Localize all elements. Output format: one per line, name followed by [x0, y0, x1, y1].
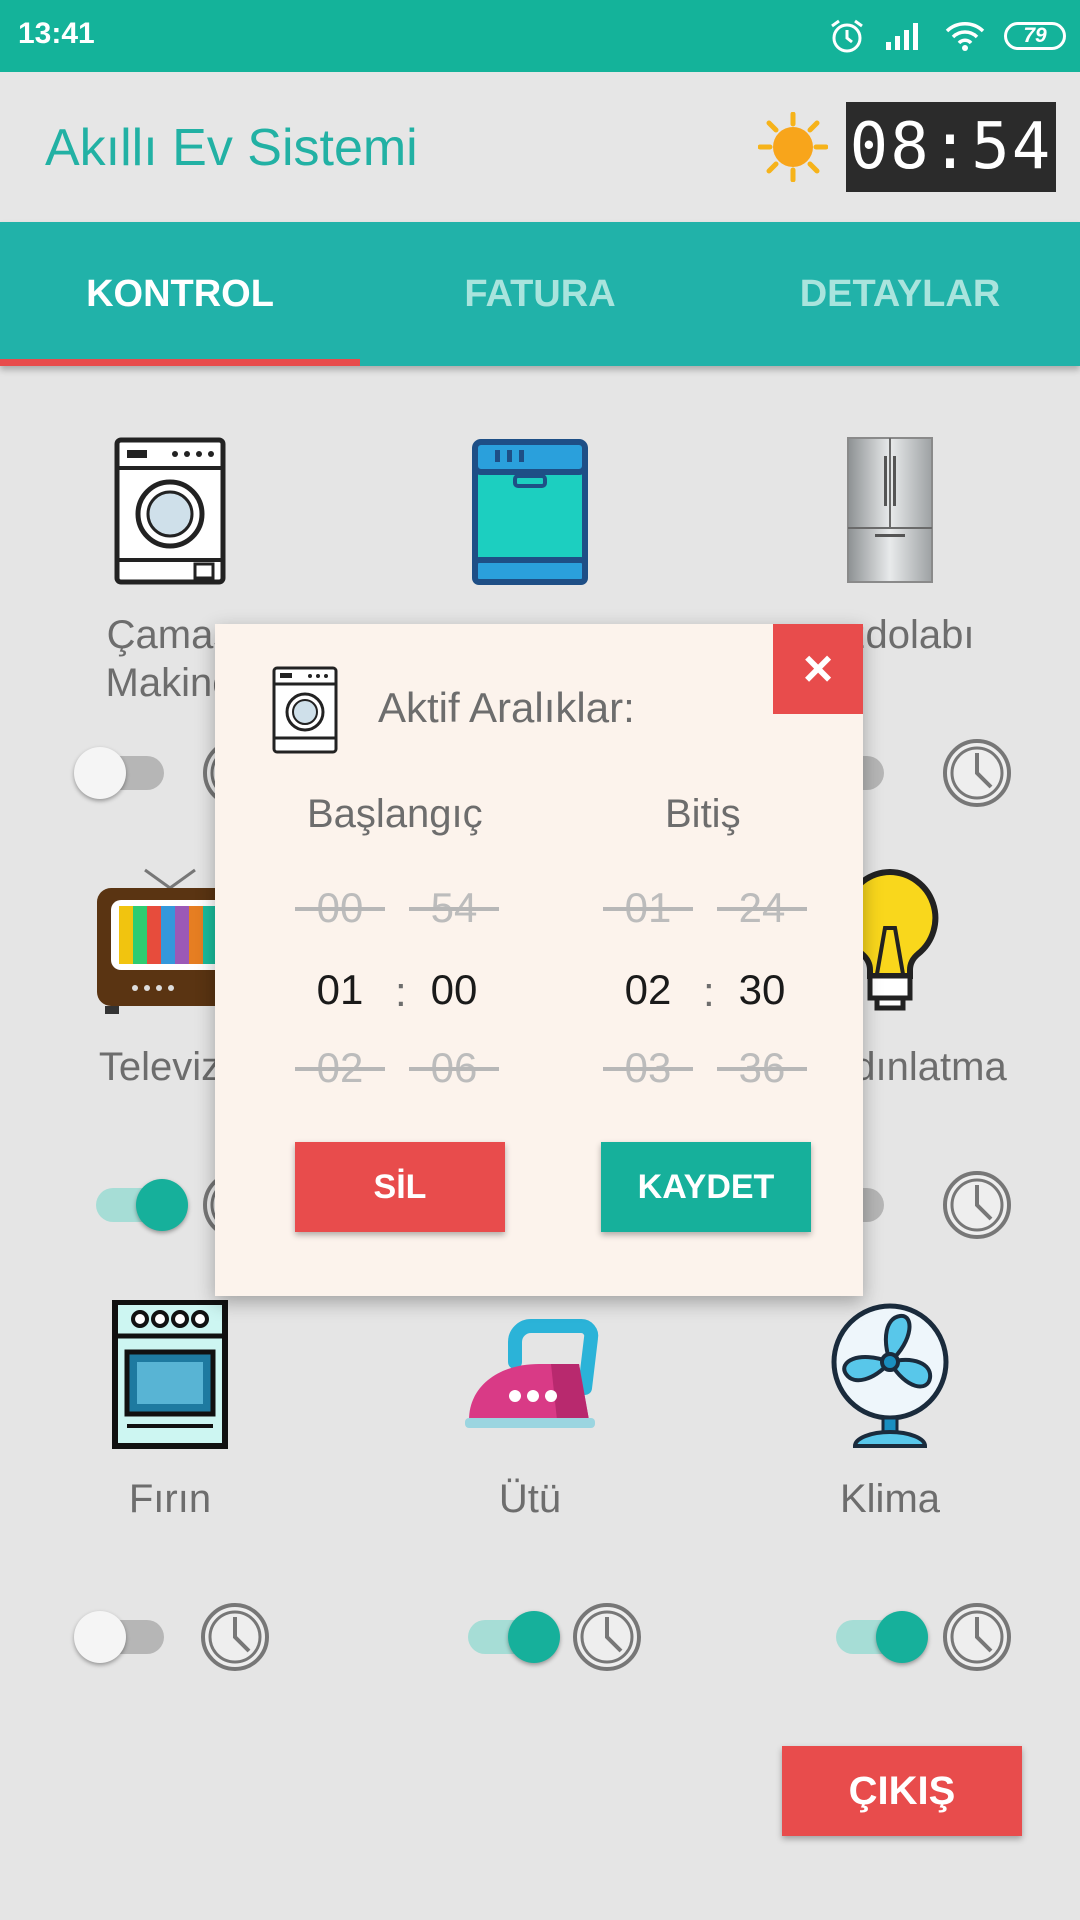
timer-clock-icon[interactable]	[942, 1170, 1012, 1240]
device-toggle[interactable]	[836, 1611, 928, 1663]
start-hour-next[interactable]: 02	[295, 1044, 385, 1092]
start-heading: Başlangıç	[307, 792, 483, 836]
status-icons: 79	[828, 14, 1066, 58]
start-time-picker[interactable]: 00 01 02 : 54 00 06	[295, 870, 505, 1092]
active-intervals-dialog: × Aktif Aralıklar: Başlangıç Bitiş 00 01…	[215, 624, 863, 1296]
signal-icon	[886, 23, 918, 50]
device-label: Ütü	[498, 1477, 562, 1521]
start-minute-next[interactable]: 06	[409, 1044, 499, 1092]
end-minute-next[interactable]: 36	[717, 1044, 807, 1092]
end-hour-next[interactable]: 03	[603, 1044, 693, 1092]
dialog-title: Aktif Aralıklar:	[378, 684, 635, 731]
start-minute-prev[interactable]: 54	[409, 884, 499, 932]
device-toggle[interactable]	[74, 747, 164, 799]
oven-icon	[112, 1300, 228, 1449]
end-hour-current[interactable]: 02	[603, 966, 693, 1014]
end-hour-prev[interactable]: 01	[603, 884, 693, 932]
end-minute-current[interactable]: 30	[717, 966, 807, 1014]
fridge-icon	[847, 437, 933, 583]
device-toggle[interactable]	[96, 1179, 188, 1231]
device-air-conditioner: Klima	[720, 1300, 1080, 1730]
device-iron: Ütü	[360, 1300, 720, 1730]
status-bar: 13:41 79	[0, 0, 1080, 72]
tab-detaylar[interactable]: DETAYLAR	[720, 222, 1080, 366]
start-hour-prev[interactable]: 00	[295, 884, 385, 932]
device-label: Fırın	[128, 1477, 212, 1521]
tab-fatura[interactable]: FATURA	[360, 222, 720, 366]
delete-button[interactable]: SİL	[295, 1142, 505, 1232]
washing-machine-icon	[272, 666, 338, 754]
fan-icon	[831, 1303, 949, 1448]
time-separator: :	[395, 968, 407, 1015]
device-toggle[interactable]	[468, 1611, 560, 1663]
end-heading: Bitiş	[665, 792, 741, 836]
washing-machine-icon	[114, 437, 226, 585]
start-hour-current[interactable]: 01	[295, 966, 385, 1014]
device-oven: Fırın	[0, 1300, 360, 1730]
timer-clock-icon[interactable]	[200, 1602, 270, 1672]
timer-clock-icon[interactable]	[942, 1602, 1012, 1672]
status-time: 13:41	[18, 17, 95, 50]
digital-clock: 08:54	[846, 102, 1056, 192]
time-separator: :	[703, 968, 715, 1015]
save-button[interactable]: KAYDET	[601, 1142, 811, 1232]
tab-kontrol[interactable]: KONTROL	[0, 222, 360, 366]
timer-clock-icon[interactable]	[942, 738, 1012, 808]
tab-bar: KONTROL FATURA DETAYLAR	[0, 222, 1080, 366]
wifi-icon	[945, 22, 985, 51]
iron-icon	[465, 1319, 599, 1428]
alarm-icon	[831, 19, 863, 53]
end-time-picker[interactable]: 01 02 03 : 24 30 36	[603, 870, 813, 1092]
exit-button[interactable]: ÇIKIŞ	[782, 1746, 1022, 1836]
device-label: Klima	[839, 1477, 941, 1521]
end-minute-prev[interactable]: 24	[717, 884, 807, 932]
close-button[interactable]: ×	[773, 624, 863, 714]
sun-icon	[758, 112, 828, 182]
timer-clock-icon[interactable]	[572, 1602, 642, 1672]
start-minute-current[interactable]: 00	[409, 966, 499, 1014]
app-title: Akıllı Ev Sistemi	[45, 119, 418, 177]
dishwasher-icon	[472, 439, 588, 585]
battery-icon: 79	[1004, 22, 1066, 50]
device-toggle[interactable]	[74, 1611, 164, 1663]
